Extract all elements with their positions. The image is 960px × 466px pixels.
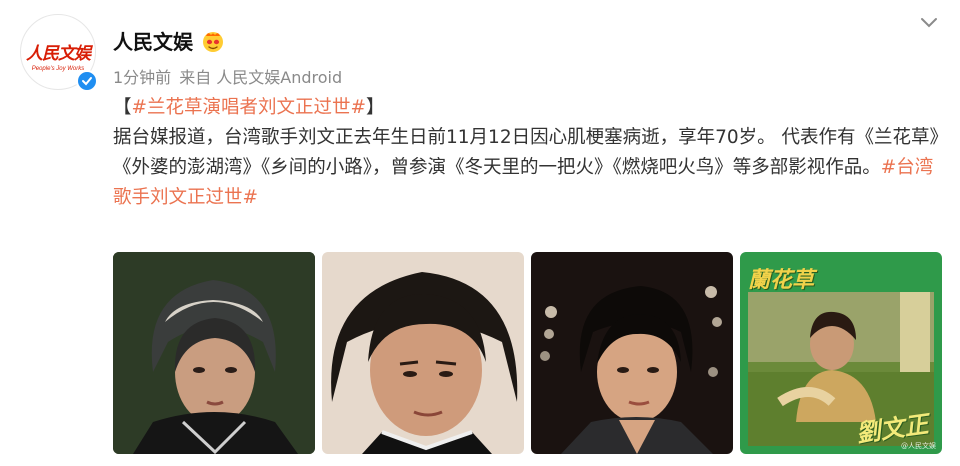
post-source: 来自 人民文娱Android (179, 68, 343, 87)
topic-link-headline[interactable]: #兰花草演唱者刘文正过世# (132, 97, 367, 118)
album-title: 蘭花草 (748, 267, 815, 293)
photo-3[interactable] (531, 252, 733, 454)
post-body: 据台媒报道，台湾歌手刘文正去年生日前11月12日因心肌梗塞病逝，享年70岁。 代… (113, 123, 943, 213)
chevron-down-icon[interactable] (916, 10, 942, 36)
image-grid: 蘭花草 劉文正 @人民文娱 (113, 252, 942, 454)
post-meta: 1分钟前 来自 人民文娱Android (113, 64, 342, 88)
avatar-logo-text: 人民文娱 (26, 43, 91, 64)
post-content: 【#兰花草演唱者刘文正过世#】 据台媒报道，台湾歌手刘文正去年生日前11月12日… (113, 93, 943, 213)
post-time[interactable]: 1分钟前 (113, 64, 171, 88)
watermark: @人民文娱 (901, 442, 936, 450)
avatar[interactable]: 人民文娱 People's Joy Works (20, 14, 100, 94)
post-body-text: 据台媒报道，台湾歌手刘文正去年生日前11月12日因心肌梗塞病逝，享年70岁。 代… (113, 127, 939, 178)
headline-bracket-open: 【 (113, 97, 132, 118)
headline-bracket-close: 】 (366, 97, 385, 118)
verified-icon (76, 70, 98, 92)
vip-emoji-icon (201, 29, 225, 53)
photo-4-album-cover[interactable]: 蘭花草 劉文正 @人民文娱 (740, 252, 942, 454)
photo-2[interactable] (322, 252, 524, 454)
photo-1[interactable] (113, 252, 315, 454)
username-row: 人民文娱 (113, 26, 225, 55)
post-headline: 【#兰花草演唱者刘文正过世#】 (113, 93, 943, 123)
avatar-logo-subtext: People's Joy Works (31, 65, 85, 72)
username[interactable]: 人民文娱 (113, 26, 193, 55)
